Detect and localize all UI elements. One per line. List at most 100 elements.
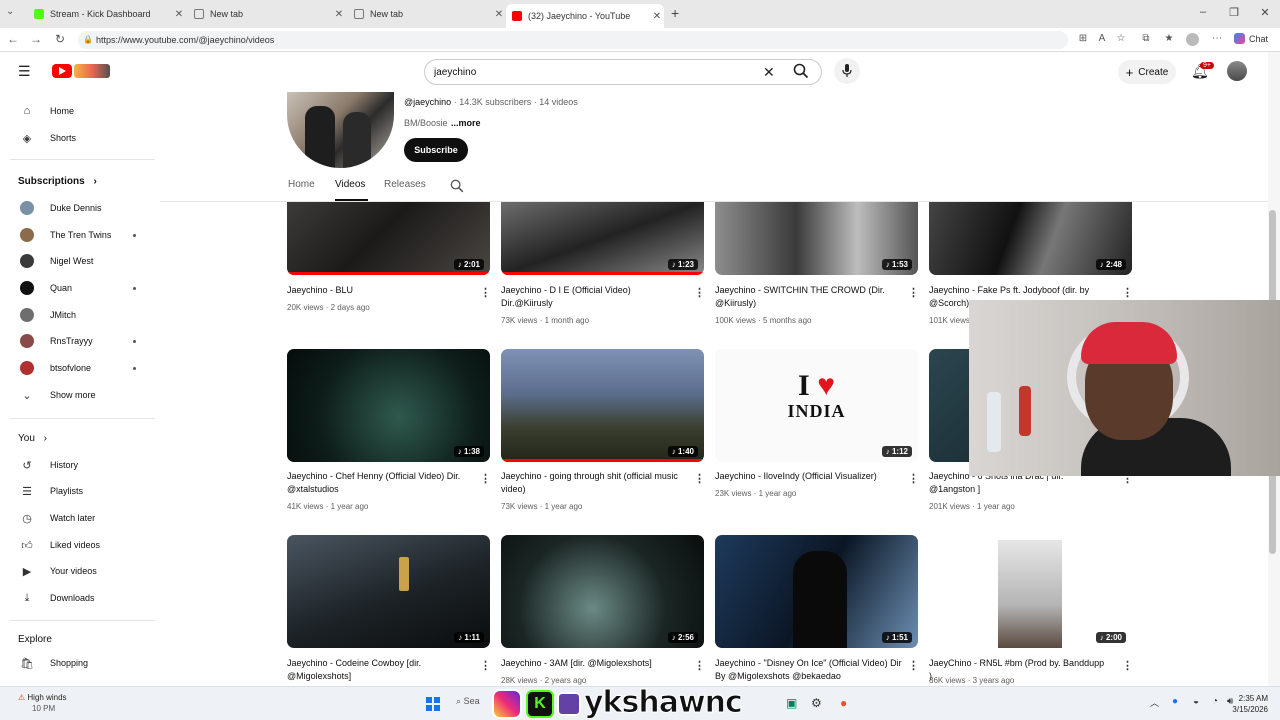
browser-tab-new-2[interactable]: New tab ✕ bbox=[348, 4, 506, 24]
weather-widget[interactable]: ⚠ High winds 10 PM bbox=[18, 692, 67, 714]
tab-close-icon[interactable]: ✕ bbox=[492, 9, 506, 20]
video-thumbnail[interactable]: ♪ 1:40 bbox=[501, 349, 704, 462]
video-thumbnail[interactable]: ♪ 1:38 bbox=[287, 349, 490, 462]
video-thumbnail[interactable]: ♪ 1:51 bbox=[715, 535, 918, 648]
sidebar-show-more[interactable]: ⌄ Show more bbox=[10, 384, 150, 406]
video-title[interactable]: Jaeychino - going through shit (official… bbox=[501, 470, 681, 496]
back-icon[interactable]: ← bbox=[5, 32, 21, 46]
sidebar-sub-btsofvlone[interactable]: btsofvlone bbox=[10, 357, 150, 379]
settings-gear-icon[interactable]: ⚙ bbox=[811, 696, 822, 710]
sidebar-item-your-videos[interactable]: ▶ Your videos bbox=[10, 560, 150, 582]
windows-start-icon[interactable] bbox=[426, 697, 440, 711]
taskbar-app-icon[interactable]: ● bbox=[840, 696, 847, 710]
you-header[interactable]: You › bbox=[18, 433, 47, 444]
kick-icon[interactable]: K bbox=[526, 690, 554, 718]
clock[interactable]: 2:35 AM 3/15/2026 bbox=[1228, 693, 1268, 715]
description-more-link[interactable]: ...more bbox=[451, 118, 481, 128]
url-field[interactable]: 🔒 https://www.youtube.com/@jaeychino/vid… bbox=[78, 31, 1068, 49]
twitch-icon[interactable] bbox=[557, 692, 581, 716]
video-more-icon[interactable]: ⋮ bbox=[1122, 286, 1133, 299]
minimize-icon[interactable]: – bbox=[1193, 6, 1213, 18]
video-more-icon[interactable]: ⋮ bbox=[1122, 659, 1133, 672]
sidebar-sub-tren-twins[interactable]: The Tren Twins bbox=[10, 224, 150, 246]
read-aloud-icon[interactable]: A bbox=[1095, 33, 1109, 44]
tab-close-icon[interactable]: ✕ bbox=[172, 9, 186, 20]
sidebar-item-shorts[interactable]: ◈ Shorts bbox=[10, 127, 150, 149]
instagram-icon[interactable] bbox=[492, 689, 522, 719]
search-input[interactable] bbox=[434, 64, 754, 80]
tab-videos[interactable]: Videos bbox=[335, 179, 365, 190]
split-screen-icon[interactable]: ⧉ bbox=[1139, 33, 1153, 44]
video-title[interactable]: Jaeychino - Chef Henny (Official Video) … bbox=[287, 470, 467, 496]
video-thumbnail[interactable]: ♪ 1:53 bbox=[715, 202, 918, 275]
video-title[interactable]: Jaeychino - IloveIndy (Official Visualiz… bbox=[715, 470, 895, 483]
app-icon[interactable]: ⊞ bbox=[1076, 33, 1090, 44]
sidebar-item-home[interactable]: ⌂ Home bbox=[10, 100, 150, 122]
browser-tab-kick[interactable]: Stream - Kick Dashboard ✕ bbox=[28, 4, 186, 24]
sidebar-item-watch-later[interactable]: ◷ Watch later bbox=[10, 507, 150, 529]
video-thumbnail[interactable]: ♪ 1:23 bbox=[501, 202, 704, 275]
tab-releases[interactable]: Releases bbox=[384, 179, 426, 190]
youtube-logo[interactable] bbox=[52, 64, 72, 78]
browser-tab-youtube[interactable]: (32) Jaeychino - YouTube ✕ bbox=[506, 4, 664, 28]
video-title[interactable]: Jaeychino - Codeine Cowboy [dir. @Migole… bbox=[287, 657, 467, 683]
subscriptions-header[interactable]: Subscriptions › bbox=[18, 176, 97, 187]
video-more-icon[interactable]: ⋮ bbox=[908, 472, 919, 485]
video-more-icon[interactable]: ⋮ bbox=[480, 472, 491, 485]
hamburger-menu-icon[interactable]: ☰ bbox=[18, 63, 31, 80]
profile-icon[interactable] bbox=[1186, 33, 1199, 46]
video-more-icon[interactable]: ⋮ bbox=[694, 286, 705, 299]
sidebar-item-liked[interactable]: 👍︎ Liked videos bbox=[10, 534, 150, 556]
tab-close-icon[interactable]: ✕ bbox=[650, 11, 664, 22]
channel-search-icon[interactable] bbox=[450, 179, 464, 193]
tab-close-icon[interactable]: ✕ bbox=[332, 9, 346, 20]
video-thumbnail[interactable]: ♪ 2:56 bbox=[501, 535, 704, 648]
video-thumbnail[interactable]: ♪ 2:48 bbox=[929, 202, 1132, 275]
video-title[interactable]: Jaeychino - 3AM [dir. @Migolexshots] bbox=[501, 657, 681, 670]
browser-tab-new-1[interactable]: New tab ✕ bbox=[188, 4, 346, 24]
create-button[interactable]: + Create bbox=[1118, 60, 1176, 84]
video-more-icon[interactable]: ⋮ bbox=[480, 659, 491, 672]
video-title[interactable]: Jaeychino - D I E (Official Video) Dir.@… bbox=[501, 284, 681, 310]
wifi-icon[interactable]: ◔ bbox=[1212, 696, 1218, 707]
sidebar-item-shopping[interactable]: 🛍︎ Shopping bbox=[10, 652, 150, 674]
video-more-icon[interactable]: ⋮ bbox=[908, 659, 919, 672]
sidebar-sub-nigel-west[interactable]: Nigel West bbox=[10, 250, 150, 272]
video-more-icon[interactable]: ⋮ bbox=[908, 286, 919, 299]
search-icon[interactable] bbox=[793, 63, 809, 79]
video-thumbnail[interactable]: ♪ 1:11 bbox=[287, 535, 490, 648]
video-thumbnail[interactable]: I ♥ INDIA ♪ 1:12 bbox=[715, 349, 918, 462]
close-window-icon[interactable]: ✕ bbox=[1255, 6, 1275, 19]
tray-chevron-icon[interactable]: ︿ bbox=[1150, 696, 1159, 709]
copilot-chat-button[interactable]: Chat bbox=[1234, 33, 1268, 44]
tab-list-chevron-icon[interactable]: ⌄ bbox=[6, 6, 14, 17]
sidebar-item-history[interactable]: ↺ History bbox=[10, 454, 150, 476]
tray-mic-icon[interactable]: ● bbox=[1172, 696, 1178, 707]
more-dots-icon[interactable]: ⋯ bbox=[1210, 33, 1224, 44]
voice-search-icon[interactable] bbox=[834, 58, 860, 84]
taskbar-app-icon[interactable]: ▣ bbox=[786, 696, 797, 710]
tray-app-icon[interactable]: ◒ bbox=[1193, 696, 1199, 707]
sidebar-sub-quan[interactable]: Quan bbox=[10, 277, 150, 299]
taskbar-search[interactable]: ⌕ Sea bbox=[456, 696, 480, 707]
video-thumbnail[interactable]: ♪ 2:00 bbox=[929, 535, 1132, 648]
video-title[interactable]: Jaeychino - "Disney On Ice" (Official Vi… bbox=[715, 657, 905, 683]
video-title[interactable]: Jaeychino - SWITCHIN THE CROWD (Dir. @Ki… bbox=[715, 284, 895, 310]
sidebar-sub-rnstrayyy[interactable]: RnsTrayyy bbox=[10, 330, 150, 352]
clear-search-icon[interactable]: ✕ bbox=[763, 64, 775, 81]
video-title[interactable]: Jaeychino - BLU bbox=[287, 284, 467, 297]
video-more-icon[interactable]: ⋮ bbox=[694, 659, 705, 672]
subscribe-button[interactable]: Subscribe bbox=[404, 138, 468, 162]
sidebar-sub-duke-dennis[interactable]: Duke Dennis bbox=[10, 197, 150, 219]
video-more-icon[interactable]: ⋮ bbox=[480, 286, 491, 299]
favorites-icon[interactable]: ★ bbox=[1162, 33, 1176, 44]
sidebar-item-playlists[interactable]: ☰ Playlists bbox=[10, 480, 150, 502]
new-tab-plus-icon[interactable]: + bbox=[671, 5, 679, 21]
reload-icon[interactable]: ↻ bbox=[52, 32, 68, 46]
video-thumbnail[interactable]: ♪ 2:01 bbox=[287, 202, 490, 275]
sidebar-sub-jmitch[interactable]: JMitch bbox=[10, 304, 150, 326]
restore-icon[interactable]: ❐ bbox=[1224, 6, 1244, 19]
video-more-icon[interactable]: ⋮ bbox=[694, 472, 705, 485]
forward-icon[interactable]: → bbox=[28, 32, 44, 46]
sidebar-item-downloads[interactable]: ⤓ Downloads bbox=[10, 587, 150, 609]
